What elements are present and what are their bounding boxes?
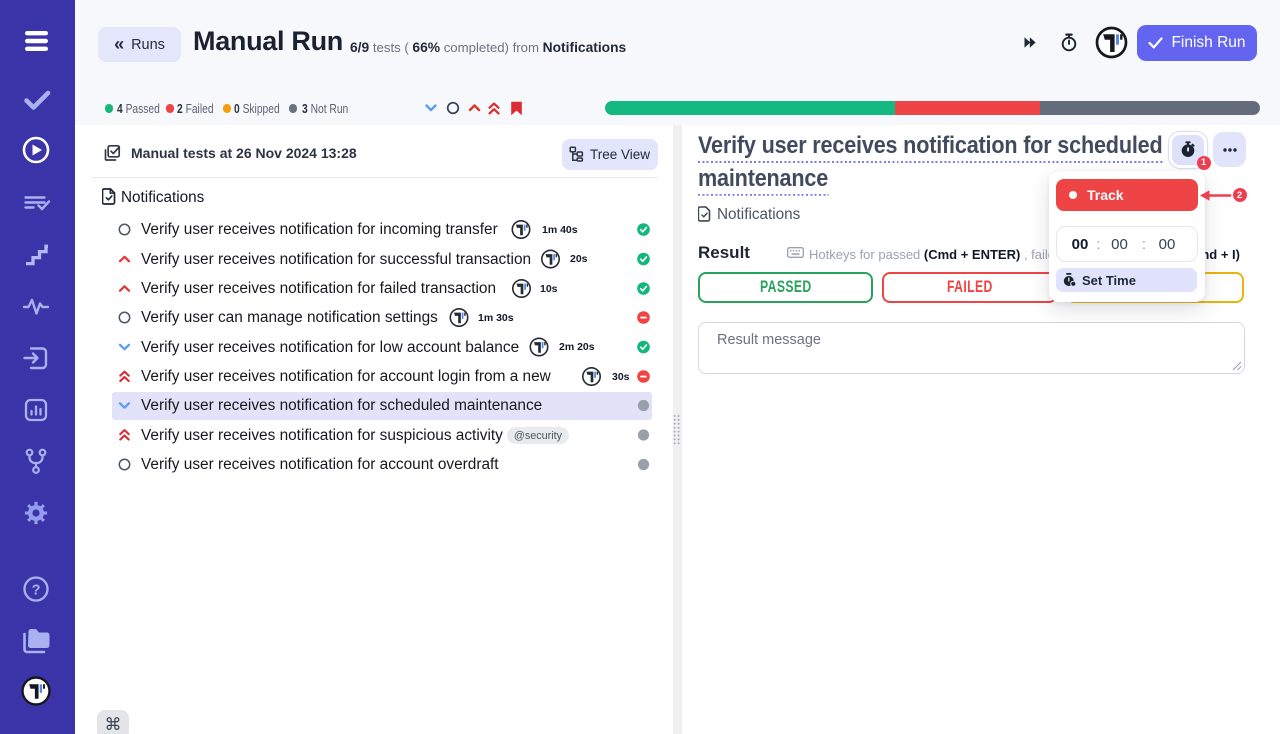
- svg-text:?: ?: [32, 583, 41, 599]
